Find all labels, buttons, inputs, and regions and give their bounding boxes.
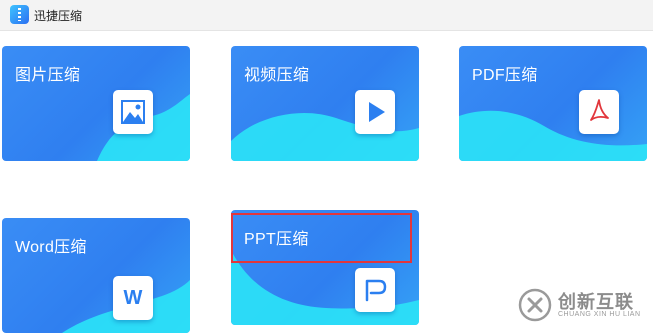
pdf-compress-label: PDF压缩 (472, 67, 538, 84)
image-compress-card[interactable]: 图片压缩 (2, 46, 190, 161)
ppt-compress-label: PPT压缩 (244, 231, 309, 248)
watermark-circle-icon (518, 288, 552, 322)
word-compress-card[interactable]: Word压缩 W (2, 218, 190, 333)
image-compress-label: 图片压缩 (15, 67, 81, 84)
word-compress-label: Word压缩 (15, 239, 87, 256)
word-icon: W (113, 276, 153, 320)
app-title: 迅捷压缩 (34, 9, 83, 23)
ppt-icon (355, 268, 395, 312)
pdf-compress-card[interactable]: PDF压缩 (459, 46, 647, 161)
image-icon (113, 90, 153, 134)
video-compress-card[interactable]: 视频压缩 (231, 46, 419, 161)
watermark-subtext: CHUANG XIN HU LIAN (558, 311, 641, 318)
pdf-icon (579, 90, 619, 134)
app-logo-icon (10, 5, 29, 24)
play-icon (355, 90, 395, 134)
title-bar: 迅捷压缩 (0, 0, 653, 31)
watermark-logo: 创新互联 CHUANG XIN HU LIAN (512, 282, 653, 332)
word-icon-glyph: W (123, 287, 143, 309)
video-compress-label: 视频压缩 (244, 67, 310, 84)
ppt-compress-card[interactable]: PPT压缩 (231, 210, 419, 325)
